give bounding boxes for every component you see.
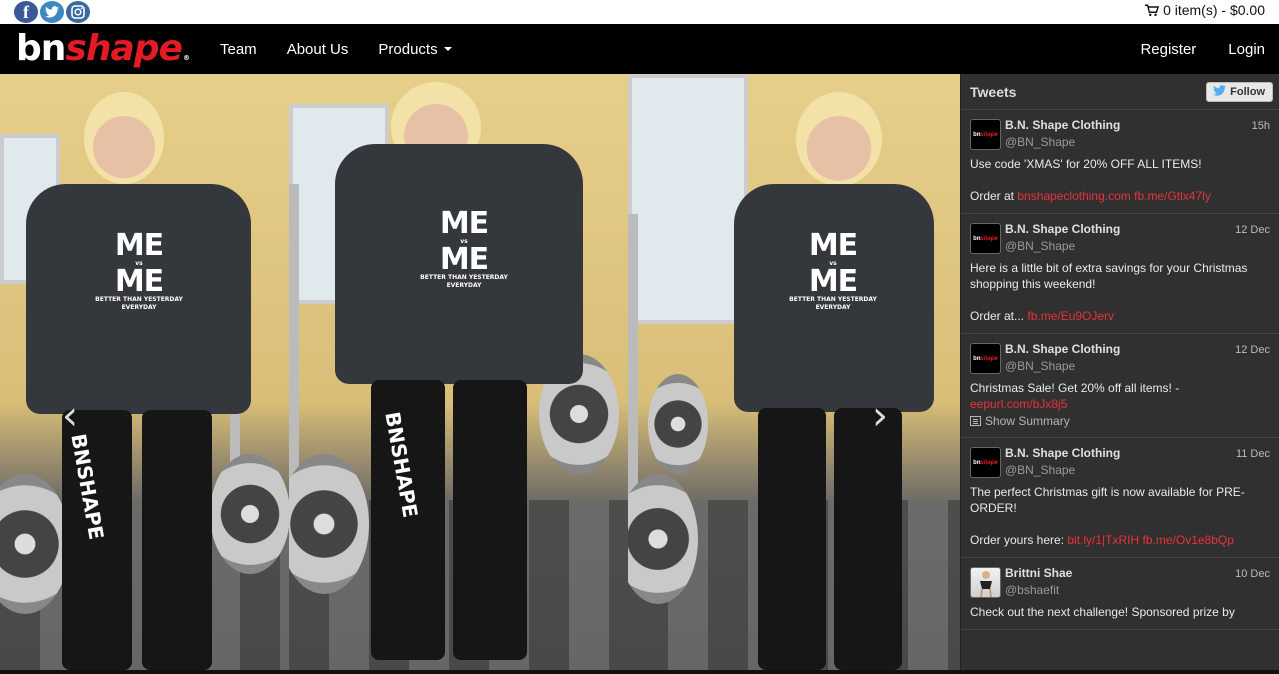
twitter-bird-icon bbox=[1213, 84, 1227, 99]
tweet-author-name[interactable]: B.N. Shape Clothing bbox=[1005, 342, 1270, 357]
tweet-date[interactable]: 12 Dec bbox=[1235, 224, 1270, 236]
tweet-author-handle[interactable]: @BN_Shape bbox=[1005, 461, 1270, 479]
carousel-photo-1: ME vs ME BETTER THAN YESTERDAY EVERYDAY … bbox=[0, 74, 289, 670]
tweet-meta: B.N. Shape Clothing @BN_Shape bbox=[1005, 222, 1270, 256]
logo-shape: shape bbox=[65, 28, 183, 69]
shirt-print: ME vs ME BETTER THAN YESTERDAY EVERYDAY bbox=[789, 228, 877, 312]
model-leggings bbox=[142, 410, 212, 670]
main-navbar: bn shape ® Team About Us Products Register… bbox=[0, 24, 1279, 74]
tweet-link[interactable]: fb.me/Ov1e8bQp bbox=[1143, 533, 1234, 547]
shirt-print: ME vs ME BETTER THAN YESTERDAY EVERYDAY bbox=[95, 228, 183, 312]
tweet-avatar[interactable]: bn shape bbox=[970, 447, 1001, 478]
tweet-link[interactable]: fb.me/Gtlx47ly bbox=[1134, 189, 1211, 203]
model-head bbox=[84, 92, 164, 184]
tweet-author-handle[interactable]: @bshaefit bbox=[1005, 581, 1270, 599]
tweet-meta: Brittni Shae @bshaefit bbox=[1005, 566, 1270, 600]
social-links: f bbox=[14, 1, 90, 23]
tweet-author-handle[interactable]: @BN_Shape bbox=[1005, 133, 1270, 151]
tweet-date[interactable]: 15h bbox=[1252, 120, 1270, 132]
carousel-photo-3: ME vs ME BETTER THAN YESTERDAY EVERYDAY bbox=[628, 74, 960, 670]
tweet-author-name[interactable]: B.N. Shape Clothing bbox=[1005, 118, 1270, 133]
tweet-author-handle[interactable]: @BN_Shape bbox=[1005, 237, 1270, 255]
tweet-author-handle[interactable]: @BN_Shape bbox=[1005, 357, 1270, 375]
tweet-text: Here is a little bit of extra savings fo… bbox=[970, 261, 1248, 323]
tweet-avatar[interactable]: bn shape bbox=[970, 223, 1001, 254]
tweet-author-name[interactable]: B.N. Shape Clothing bbox=[1005, 446, 1270, 461]
cart-summary[interactable]: 0 item(s) - $0.00 bbox=[1145, 2, 1265, 18]
nav-left: Team About Us Products bbox=[220, 24, 482, 74]
tweet-avatar[interactable]: bn shape bbox=[970, 119, 1001, 150]
tweets-header: Tweets Follow bbox=[961, 74, 1279, 110]
nav-products[interactable]: Products bbox=[378, 24, 452, 74]
model-figure: ME vs ME BETTER THAN YESTERDAY EVERYDAY … bbox=[329, 80, 589, 670]
tweet-link[interactable]: bnshapeclothing.com bbox=[1017, 189, 1130, 203]
cart-icon bbox=[1145, 4, 1160, 17]
weight-plate bbox=[648, 374, 708, 474]
tweet-date[interactable]: 12 Dec bbox=[1235, 344, 1270, 356]
tweet-link[interactable]: bit.ly/1|TxRIH bbox=[1067, 533, 1139, 547]
twitter-icon[interactable] bbox=[40, 1, 64, 23]
tweet-avatar[interactable]: bn shape bbox=[970, 343, 1001, 374]
logo-bn: bn bbox=[16, 28, 66, 69]
tweet-author-name[interactable]: Brittni Shae bbox=[1005, 566, 1270, 581]
model-head bbox=[796, 92, 882, 186]
logo-registered-mark: ® bbox=[182, 54, 190, 62]
follow-button[interactable]: Follow bbox=[1206, 81, 1273, 102]
tweet-link[interactable]: fb.me/Eu9OJerv bbox=[1027, 309, 1114, 323]
tweet-text: Check out the next challenge! Sponsored … bbox=[970, 605, 1235, 619]
summary-card-icon bbox=[970, 416, 981, 426]
tweet-date[interactable]: 10 Dec bbox=[1235, 568, 1270, 580]
tweet-author-name[interactable]: B.N. Shape Clothing bbox=[1005, 222, 1270, 237]
twitter-timeline[interactable]: Tweets Follow bn shape B.N. Shape Clothin… bbox=[960, 74, 1279, 670]
tweet-text: The perfect Christmas gift is now availa… bbox=[970, 485, 1245, 547]
tweet-item[interactable]: bn shape B.N. Shape Clothing @BN_Shape 15… bbox=[961, 110, 1279, 214]
tweet-item[interactable]: bn shape B.N. Shape Clothing @BN_Shape 12… bbox=[961, 214, 1279, 334]
tweet-meta: B.N. Shape Clothing @BN_Shape bbox=[1005, 342, 1270, 376]
caret-down-icon bbox=[443, 47, 452, 51]
tweets-title: Tweets bbox=[970, 83, 1017, 100]
tweet-avatar[interactable] bbox=[970, 567, 1001, 598]
tweet-meta: B.N. Shape Clothing @BN_Shape bbox=[1005, 118, 1270, 152]
model-figure: ME vs ME BETTER THAN YESTERDAY EVERYDAY bbox=[728, 92, 938, 670]
nav-login[interactable]: Login bbox=[1228, 24, 1265, 74]
nav-team[interactable]: Team bbox=[220, 24, 257, 74]
page-bottom-edge bbox=[0, 670, 1279, 674]
brand-logo[interactable]: bn shape ® bbox=[16, 28, 190, 69]
tweet-text: Use code 'XMAS' for 20% OFF ALL ITEMS! O… bbox=[970, 157, 1211, 203]
carousel-prev-arrow-icon[interactable]: ‹ bbox=[62, 396, 78, 436]
hero-carousel[interactable]: ME vs ME BETTER THAN YESTERDAY EVERYDAY … bbox=[0, 74, 960, 670]
carousel-photo-2: ME vs ME BETTER THAN YESTERDAY EVERYDAY … bbox=[289, 74, 628, 670]
tweet-item[interactable]: Brittni Shae @bshaefit 10 Dec Check out … bbox=[961, 558, 1279, 630]
shirt-print: ME vs ME BETTER THAN YESTERDAY EVERYDAY bbox=[420, 206, 508, 290]
top-bar: f 0 item(s) - $0.00 bbox=[0, 0, 1279, 24]
cart-label: 0 item(s) - $0.00 bbox=[1163, 2, 1265, 18]
tweet-item[interactable]: bn shape B.N. Shape Clothing @BN_Shape 11… bbox=[961, 438, 1279, 558]
nav-right: Register Login bbox=[1108, 24, 1265, 74]
tweet-link[interactable]: eepurl.com/bJx8j5 bbox=[970, 397, 1067, 411]
tweet-date[interactable]: 11 Dec bbox=[1236, 448, 1270, 460]
model-leggings bbox=[834, 408, 902, 670]
tweet-text: Christmas Sale! Get 20% off all items! -… bbox=[970, 381, 1180, 411]
show-summary-button[interactable]: Show Summary bbox=[970, 414, 1270, 428]
model-leggings bbox=[453, 380, 527, 660]
follow-label: Follow bbox=[1230, 85, 1265, 98]
carousel-next-arrow-icon[interactable]: › bbox=[872, 396, 888, 436]
nav-about-us[interactable]: About Us bbox=[287, 24, 349, 74]
tweet-meta: B.N. Shape Clothing @BN_Shape bbox=[1005, 446, 1270, 480]
tweet-item[interactable]: bn shape B.N. Shape Clothing @BN_Shape 12… bbox=[961, 334, 1279, 438]
nav-register[interactable]: Register bbox=[1140, 24, 1196, 74]
model-leggings bbox=[758, 408, 826, 670]
facebook-icon[interactable]: f bbox=[14, 1, 38, 23]
model-figure: ME vs ME BETTER THAN YESTERDAY EVERYDAY … bbox=[20, 92, 260, 670]
nav-products-label: Products bbox=[378, 40, 438, 58]
show-summary-label: Show Summary bbox=[985, 414, 1070, 428]
instagram-icon[interactable] bbox=[66, 1, 90, 23]
